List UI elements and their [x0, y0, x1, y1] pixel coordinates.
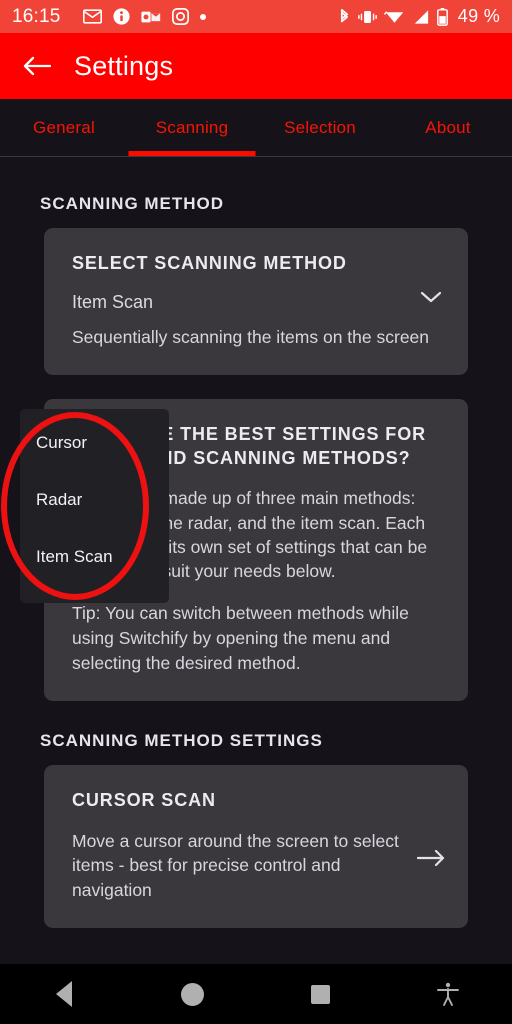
tab-scanning[interactable]: Scanning: [128, 99, 256, 156]
bluetooth-icon: [338, 8, 351, 26]
cursor-scan-description: Move a cursor around the screen to selec…: [72, 831, 399, 900]
status-bar-right: 49 %: [338, 6, 500, 27]
info-icon: [112, 8, 130, 25]
arrow-right-icon[interactable]: [416, 843, 446, 873]
select-scanning-method-description: Sequentially scanning the items on the s…: [72, 326, 430, 347]
more-dot-icon: [199, 13, 206, 20]
select-scanning-method-title: SELECT SCANNING METHOD: [72, 253, 347, 273]
instagram-icon: [171, 8, 189, 25]
cursor-scan-title: CURSOR SCAN: [72, 790, 216, 811]
dropdown-option-item-scan[interactable]: Item Scan: [20, 528, 169, 585]
nav-home-button[interactable]: [128, 982, 256, 1006]
outlook-icon: [140, 9, 161, 25]
mail-icon: [82, 9, 102, 24]
tab-bar: General Scanning Selection About: [0, 99, 512, 157]
select-scanning-method-value: Item Scan: [72, 291, 154, 312]
android-navigation-bar: [0, 964, 512, 1024]
app-bar: Settings: [0, 33, 512, 99]
back-triangle-icon: [56, 981, 72, 1007]
info-card-paragraph-2: Tip: You can switch between methods whil…: [72, 602, 409, 673]
tab-about[interactable]: About: [384, 99, 512, 156]
tab-selection[interactable]: Selection: [256, 99, 384, 156]
nav-recents-button[interactable]: [256, 984, 384, 1004]
dropdown-option-cursor[interactable]: Cursor: [20, 414, 169, 471]
chevron-down-icon[interactable]: [418, 284, 444, 310]
scanning-method-dropdown-menu[interactable]: Cursor Radar Item Scan: [20, 409, 169, 603]
page-title: Settings: [74, 50, 174, 81]
tab-general[interactable]: General: [0, 99, 128, 156]
status-bar-clock: 16:15: [12, 5, 61, 27]
phone-screen: 16:15 49 % Settings General Scanning Sel…: [0, 0, 512, 1024]
back-arrow-icon[interactable]: [22, 51, 52, 81]
status-bar: 16:15 49 %: [0, 0, 512, 33]
dropdown-option-radar[interactable]: Radar: [20, 471, 169, 528]
nav-accessibility-button[interactable]: [384, 980, 512, 1008]
cursor-scan-card[interactable]: CURSOR SCAN Move a cursor around the scr…: [44, 765, 468, 928]
home-circle-icon: [180, 982, 204, 1006]
section-heading-scanning-method-settings: SCANNING METHOD SETTINGS: [40, 731, 323, 751]
select-scanning-method-card[interactable]: SELECT SCANNING METHOD Item Scan Sequent…: [44, 228, 468, 375]
cellular-signal-icon: [412, 9, 430, 25]
accessibility-icon: [434, 980, 462, 1008]
wifi-icon: [383, 9, 405, 25]
section-heading-scanning-method: SCANNING METHOD: [40, 194, 225, 213]
battery-percentage: 49 %: [457, 6, 500, 26]
vibrate-icon: [357, 9, 377, 25]
battery-icon: [436, 7, 448, 26]
recents-square-icon: [310, 984, 330, 1004]
nav-back-button[interactable]: [0, 981, 128, 1007]
status-bar-left: 16:15: [12, 6, 338, 28]
